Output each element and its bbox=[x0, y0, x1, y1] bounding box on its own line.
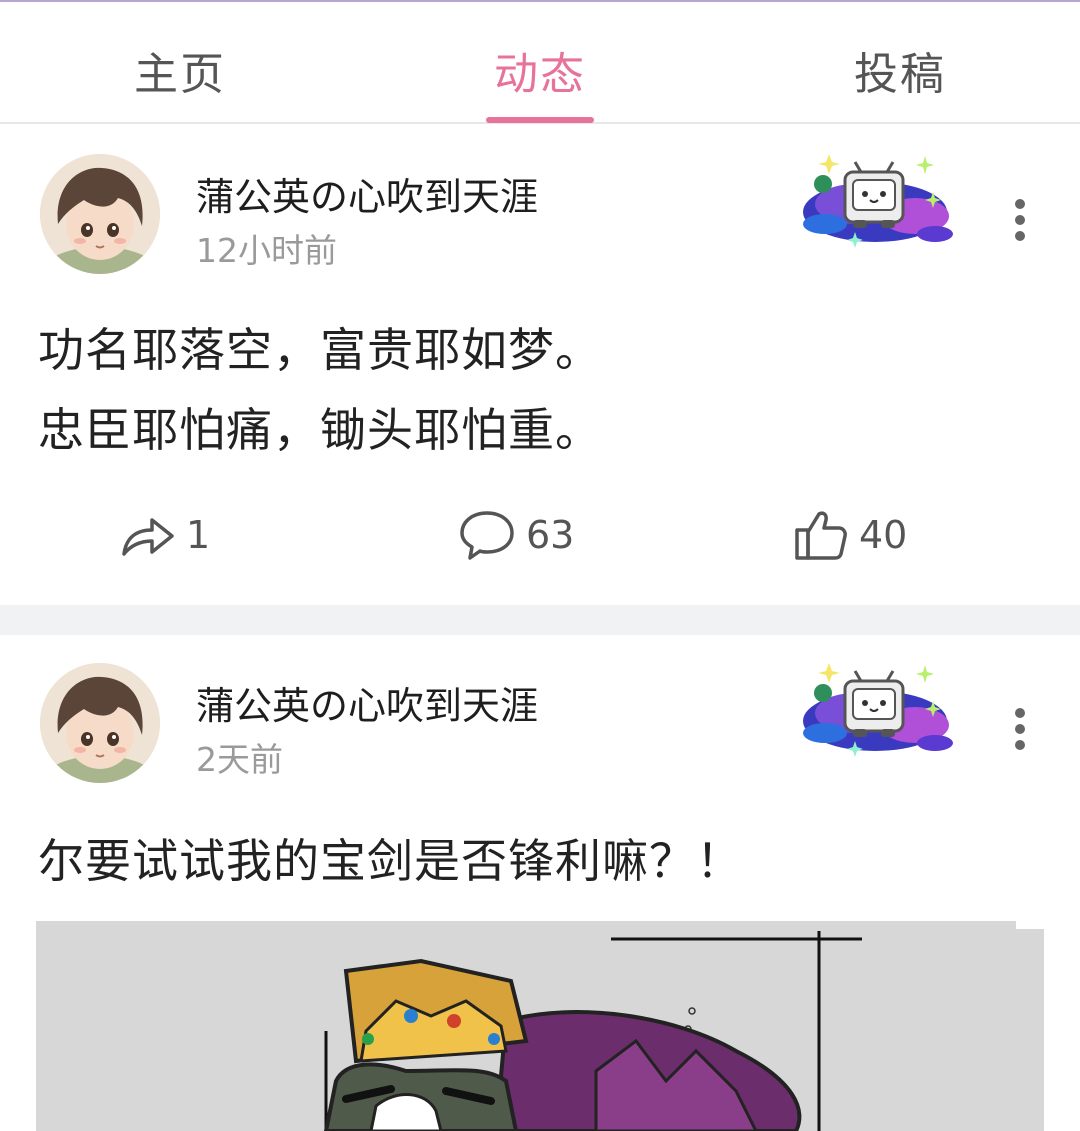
tv-mascot-pendant-icon bbox=[795, 663, 957, 763]
vertical-dots-icon bbox=[1015, 708, 1025, 750]
more-options-button[interactable] bbox=[1006, 705, 1034, 755]
avatar-image bbox=[40, 154, 160, 274]
like-count: 40 bbox=[859, 513, 908, 557]
tv-mascot-pendant-icon bbox=[795, 154, 957, 254]
share-button[interactable]: 1 bbox=[120, 500, 210, 570]
vertical-dots-icon bbox=[1015, 199, 1025, 241]
post-divider bbox=[0, 605, 1080, 635]
post-text-line: 忠臣耶怕痛，锄头耶怕重。 bbox=[38, 403, 602, 457]
post-image[interactable] bbox=[36, 921, 1044, 1131]
comment-button[interactable]: 63 bbox=[458, 500, 574, 570]
tab-bar: 主页 动态 投稿 bbox=[0, 2, 1080, 124]
speech-bubble-icon bbox=[460, 511, 514, 560]
tab-submissions[interactable]: 投稿 bbox=[720, 38, 1080, 102]
active-tab-indicator bbox=[486, 117, 594, 123]
username[interactable]: 蒲公英の心吹到天涯 bbox=[196, 166, 538, 221]
comment-count: 63 bbox=[526, 513, 575, 557]
post-time: 2天前 bbox=[196, 740, 283, 779]
thumbs-up-icon bbox=[795, 511, 847, 560]
like-button[interactable]: 40 bbox=[793, 500, 907, 570]
post-text-line: 功名耶落空，富贵耶如梦。 bbox=[38, 323, 602, 377]
avatar[interactable] bbox=[40, 154, 160, 274]
cartoon-warrior-image bbox=[36, 921, 1044, 1131]
share-count: 1 bbox=[186, 513, 211, 557]
avatar[interactable] bbox=[40, 663, 160, 783]
tab-home[interactable]: 主页 bbox=[0, 38, 360, 102]
avatar-image bbox=[40, 663, 160, 783]
post-text-line: 尔要试试我的宝剑是否锋利嘛？！ bbox=[38, 834, 743, 888]
username[interactable]: 蒲公英の心吹到天涯 bbox=[196, 675, 538, 730]
post-time: 12小时前 bbox=[196, 231, 337, 270]
tab-dynamics[interactable]: 动态 bbox=[360, 38, 720, 102]
share-arrow-icon bbox=[122, 518, 174, 556]
more-options-button[interactable] bbox=[1006, 196, 1034, 246]
